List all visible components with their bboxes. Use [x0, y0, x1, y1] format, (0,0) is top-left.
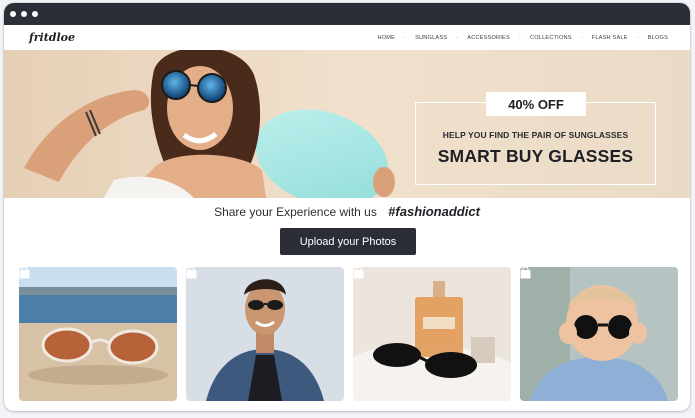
- shopping-bag-icon[interactable]: [520, 267, 531, 279]
- gallery-photo-baby-sunglasses[interactable]: [520, 267, 678, 401]
- nav-item-home[interactable]: HOME: [377, 35, 395, 41]
- nav-separator: -: [518, 34, 521, 41]
- window-control-dot[interactable]: [10, 11, 16, 17]
- promo-title: SMART BUY GLASSES: [437, 146, 634, 166]
- main-nav: HOME - SUNGLASS - ACCESSORIES - COLLECTI…: [377, 35, 668, 41]
- nav-item-sunglass[interactable]: SUNGLASS: [415, 35, 447, 41]
- photo-gallery: [19, 267, 679, 401]
- browser-window: fritdloe HOME - SUNGLASS - ACCESSORIES -…: [4, 3, 690, 411]
- window-control-dot[interactable]: [32, 11, 38, 17]
- window-control-dot[interactable]: [21, 11, 27, 17]
- promo-subtitle: HELP YOU FIND THE PAIR OF SUNGLASSES: [442, 130, 629, 140]
- perfume-sunglasses-image: [353, 267, 511, 401]
- share-heading: Share your Experience with us #fashionad…: [4, 204, 690, 219]
- brand-logo[interactable]: fritdloe: [29, 31, 75, 44]
- baby-sunglasses-image: [520, 267, 678, 401]
- nav-item-flash-sale[interactable]: FLASH SALE: [592, 35, 628, 41]
- nav-separator: -: [404, 34, 407, 41]
- window-titlebar: [4, 3, 690, 25]
- nav-item-blogs[interactable]: BLOGS: [648, 35, 668, 41]
- gallery-photo-perfume-sunglasses[interactable]: [353, 267, 511, 401]
- discount-badge: 40% OFF: [486, 92, 586, 116]
- gallery-photo-man-sunglasses[interactable]: [186, 267, 344, 401]
- shopping-bag-icon[interactable]: [353, 267, 364, 279]
- promo-box: 40% OFF HELP YOU FIND THE PAIR OF SUNGLA…: [415, 92, 656, 185]
- share-text: Share your Experience with us: [214, 205, 377, 219]
- shopping-bag-icon[interactable]: [186, 267, 197, 279]
- man-sunglasses-image: [186, 267, 344, 401]
- shopping-bag-icon[interactable]: [19, 267, 30, 279]
- gallery-photo-beach-sunglasses[interactable]: [19, 267, 177, 401]
- nav-item-collections[interactable]: COLLECTIONS: [530, 35, 572, 41]
- nav-separator: -: [580, 34, 583, 41]
- hero-banner: 40% OFF HELP YOU FIND THE PAIR OF SUNGLA…: [4, 50, 690, 198]
- nav-separator: -: [636, 34, 639, 41]
- nav-item-accessories[interactable]: ACCESSORIES: [467, 35, 510, 41]
- hashtag-link[interactable]: #fashionaddict: [388, 204, 480, 219]
- site-header: fritdloe HOME - SUNGLASS - ACCESSORIES -…: [4, 25, 690, 50]
- beach-sunglasses-image: [19, 267, 177, 401]
- nav-separator: -: [456, 34, 459, 41]
- upload-photos-button[interactable]: Upload your Photos: [280, 228, 416, 255]
